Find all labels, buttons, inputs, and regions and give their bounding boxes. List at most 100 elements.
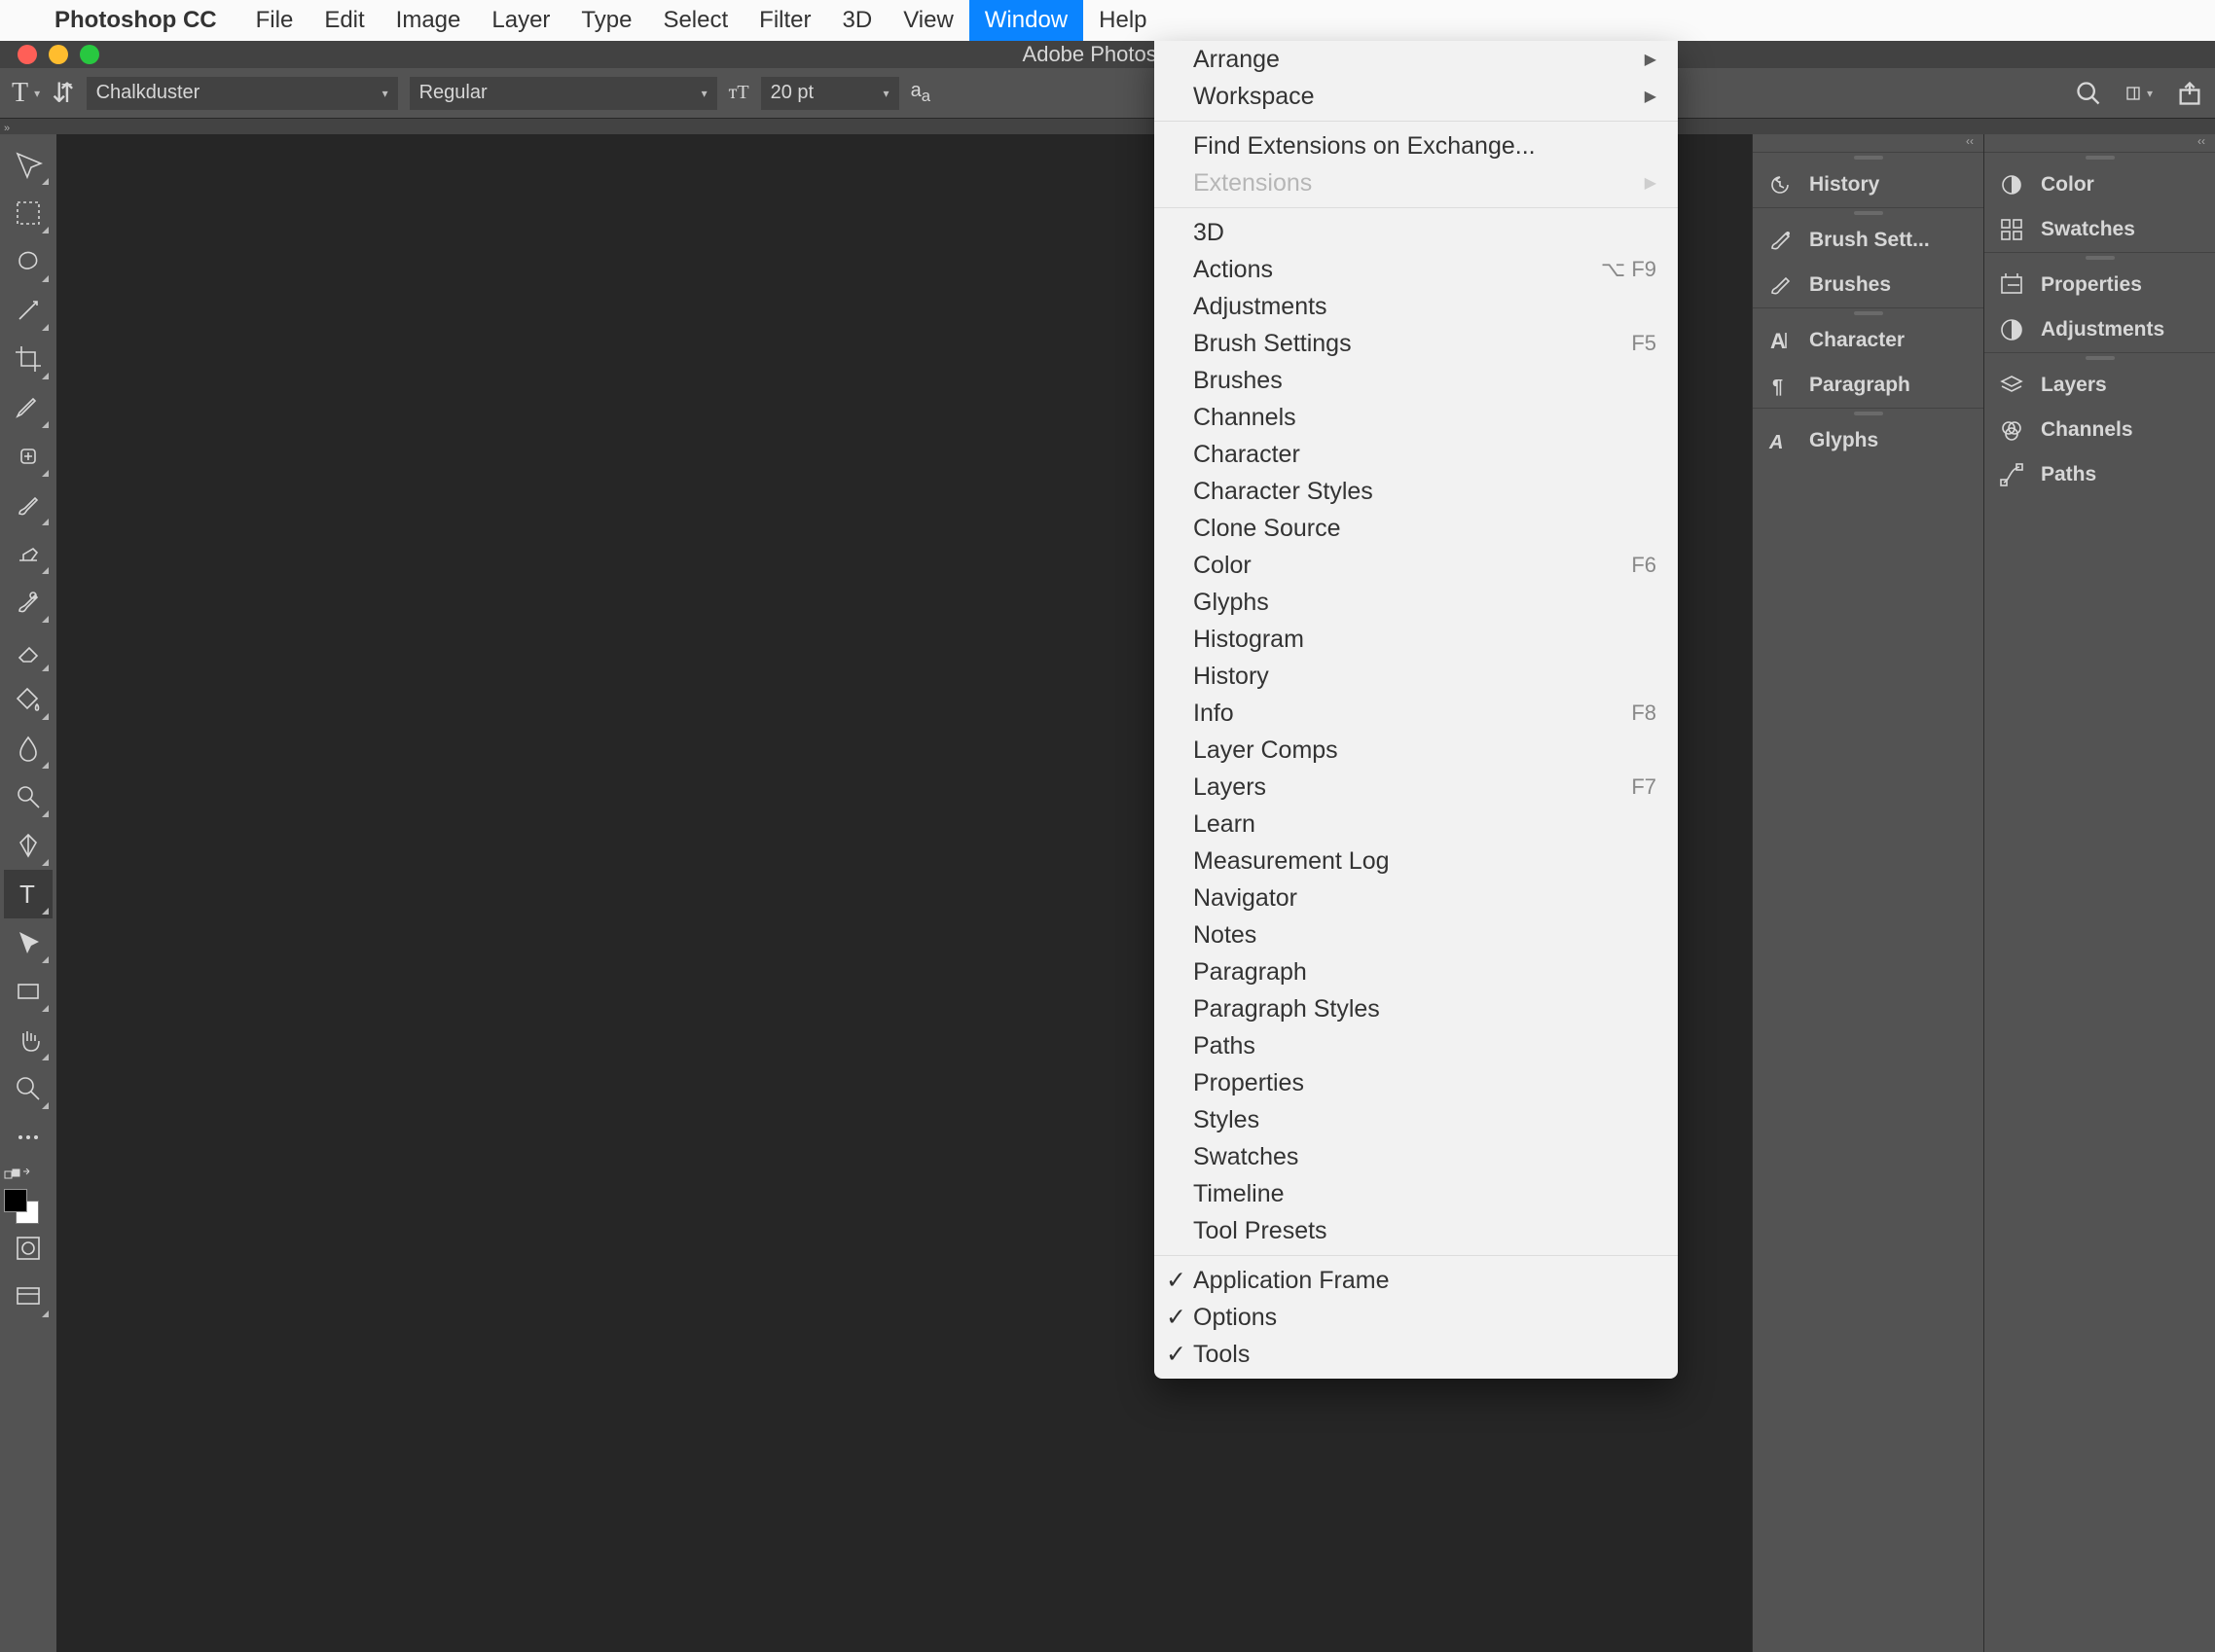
menuitem-clone-source[interactable]: Clone Source [1154,510,1678,547]
menuitem-adjustments[interactable]: Adjustments [1154,288,1678,325]
menuitem-channels[interactable]: Channels [1154,399,1678,436]
menuitem-info[interactable]: InfoF8 [1154,695,1678,732]
menuitem-history[interactable]: History [1154,658,1678,695]
menuitem-workspace[interactable]: Workspace▶ [1154,78,1678,115]
panel-grip[interactable] [1984,253,2215,263]
magic-wand-tool[interactable] [4,286,53,335]
menuitem-layer-comps[interactable]: Layer Comps [1154,732,1678,769]
history-brush-tool[interactable] [4,578,53,627]
menu-layer[interactable]: Layer [476,0,565,41]
menuitem-timeline[interactable]: Timeline [1154,1175,1678,1212]
clone-stamp-tool[interactable] [4,529,53,578]
menu-filter[interactable]: Filter [744,0,826,41]
menu-edit[interactable]: Edit [309,0,380,41]
menuitem-measurement-log[interactable]: Measurement Log [1154,843,1678,880]
panel-tab-glyphs[interactable]: AGlyphs [1753,418,1983,463]
panel-grip[interactable] [1753,308,1983,318]
swap-default-colors[interactable] [4,1167,39,1181]
menuitem-histogram[interactable]: Histogram [1154,621,1678,658]
blur-tool[interactable] [4,724,53,772]
menuitem-styles[interactable]: Styles [1154,1101,1678,1138]
pen-tool[interactable] [4,821,53,870]
healing-brush-tool[interactable] [4,432,53,481]
eraser-tool[interactable] [4,627,53,675]
panel-tab-properties[interactable]: Properties [1984,263,2215,307]
menuitem-find-extensions-on-exchange[interactable]: Find Extensions on Exchange... [1154,127,1678,164]
window-minimize-button[interactable] [49,45,68,64]
marquee-tool[interactable] [4,189,53,237]
menuitem-color[interactable]: ColorF6 [1154,547,1678,584]
brush-tool[interactable] [4,481,53,529]
menuitem-application-frame[interactable]: ✓Application Frame [1154,1262,1678,1299]
panel-tab-swatches[interactable]: Swatches [1984,207,2215,252]
workspace-switcher[interactable]: ▾ [2125,80,2153,107]
menuitem-brush-settings[interactable]: Brush SettingsF5 [1154,325,1678,362]
panel-tab-layers[interactable]: Layers [1984,363,2215,408]
panel-tab-paragraph[interactable]: ¶Paragraph [1753,363,1983,408]
menuitem-arrange[interactable]: Arrange▶ [1154,41,1678,78]
menuitem-tool-presets[interactable]: Tool Presets [1154,1212,1678,1249]
screen-mode-toggle[interactable] [4,1273,53,1321]
panel-grip[interactable] [1753,153,1983,162]
font-style-dropdown[interactable]: Regular ▾ [410,77,717,110]
font-size-dropdown[interactable]: 20 pt ▾ [761,77,899,110]
move-tool[interactable] [4,140,53,189]
panel-tab-channels[interactable]: Channels [1984,408,2215,452]
panel-grip[interactable] [1984,353,2215,363]
share-button[interactable] [2176,80,2203,107]
menuitem-options[interactable]: ✓Options [1154,1299,1678,1336]
collapse-panels-button[interactable]: ‹‹ [1984,134,2215,152]
panel-tab-color[interactable]: Color [1984,162,2215,207]
menuitem-character-styles[interactable]: Character Styles [1154,473,1678,510]
menu-help[interactable]: Help [1083,0,1162,41]
menuitem-swatches[interactable]: Swatches [1154,1138,1678,1175]
menu-image[interactable]: Image [381,0,477,41]
more-tools[interactable] [4,1113,53,1162]
menuitem-character[interactable]: Character [1154,436,1678,473]
menuitem-paths[interactable]: Paths [1154,1027,1678,1064]
panel-tab-character[interactable]: ACharacter [1753,318,1983,363]
menuitem-notes[interactable]: Notes [1154,916,1678,953]
menu-3d[interactable]: 3D [827,0,889,41]
window-zoom-button[interactable] [80,45,99,64]
menuitem-3d[interactable]: 3D [1154,214,1678,251]
dodge-tool[interactable] [4,772,53,821]
panel-grip[interactable] [1984,153,2215,162]
menuitem-learn[interactable]: Learn [1154,806,1678,843]
path-select-tool[interactable] [4,918,53,967]
panel-tab-brush-sett[interactable]: Brush Sett... [1753,218,1983,263]
app-name[interactable]: Photoshop CC [54,7,217,34]
type-tool[interactable]: T [4,870,53,918]
menuitem-paragraph-styles[interactable]: Paragraph Styles [1154,990,1678,1027]
paint-bucket-tool[interactable] [4,675,53,724]
panel-tab-paths[interactable]: Paths [1984,452,2215,497]
panel-tab-brushes[interactable]: Brushes [1753,263,1983,307]
search-button[interactable] [2075,80,2102,107]
menuitem-glyphs[interactable]: Glyphs [1154,584,1678,621]
expand-docs-icon[interactable]: » [0,123,10,134]
fg-bg-swatches[interactable] [4,1189,39,1224]
menuitem-brushes[interactable]: Brushes [1154,362,1678,399]
text-orientation-toggle[interactable]: ⇵T [52,77,74,110]
hand-tool[interactable] [4,1016,53,1064]
eyedropper-tool[interactable] [4,383,53,432]
menuitem-actions[interactable]: Actions⌥ F9 [1154,251,1678,288]
menu-type[interactable]: Type [565,0,647,41]
panel-tab-history[interactable]: History [1753,162,1983,207]
tool-preset-picker[interactable]: T ▾ [12,78,40,109]
crop-tool[interactable] [4,335,53,383]
menu-view[interactable]: View [888,0,969,41]
menu-file[interactable]: File [240,0,309,41]
menuitem-properties[interactable]: Properties [1154,1064,1678,1101]
rectangle-tool[interactable] [4,967,53,1016]
menuitem-paragraph[interactable]: Paragraph [1154,953,1678,990]
collapse-panels-button[interactable]: ‹‹ [1753,134,1983,152]
quick-mask-toggle[interactable] [4,1224,53,1273]
menu-select[interactable]: Select [647,0,744,41]
menuitem-tools[interactable]: ✓Tools [1154,1336,1678,1373]
panel-grip[interactable] [1753,409,1983,418]
font-family-dropdown[interactable]: Chalkduster ▾ [87,77,398,110]
window-close-button[interactable] [18,45,37,64]
zoom-tool[interactable] [4,1064,53,1113]
menuitem-navigator[interactable]: Navigator [1154,880,1678,916]
